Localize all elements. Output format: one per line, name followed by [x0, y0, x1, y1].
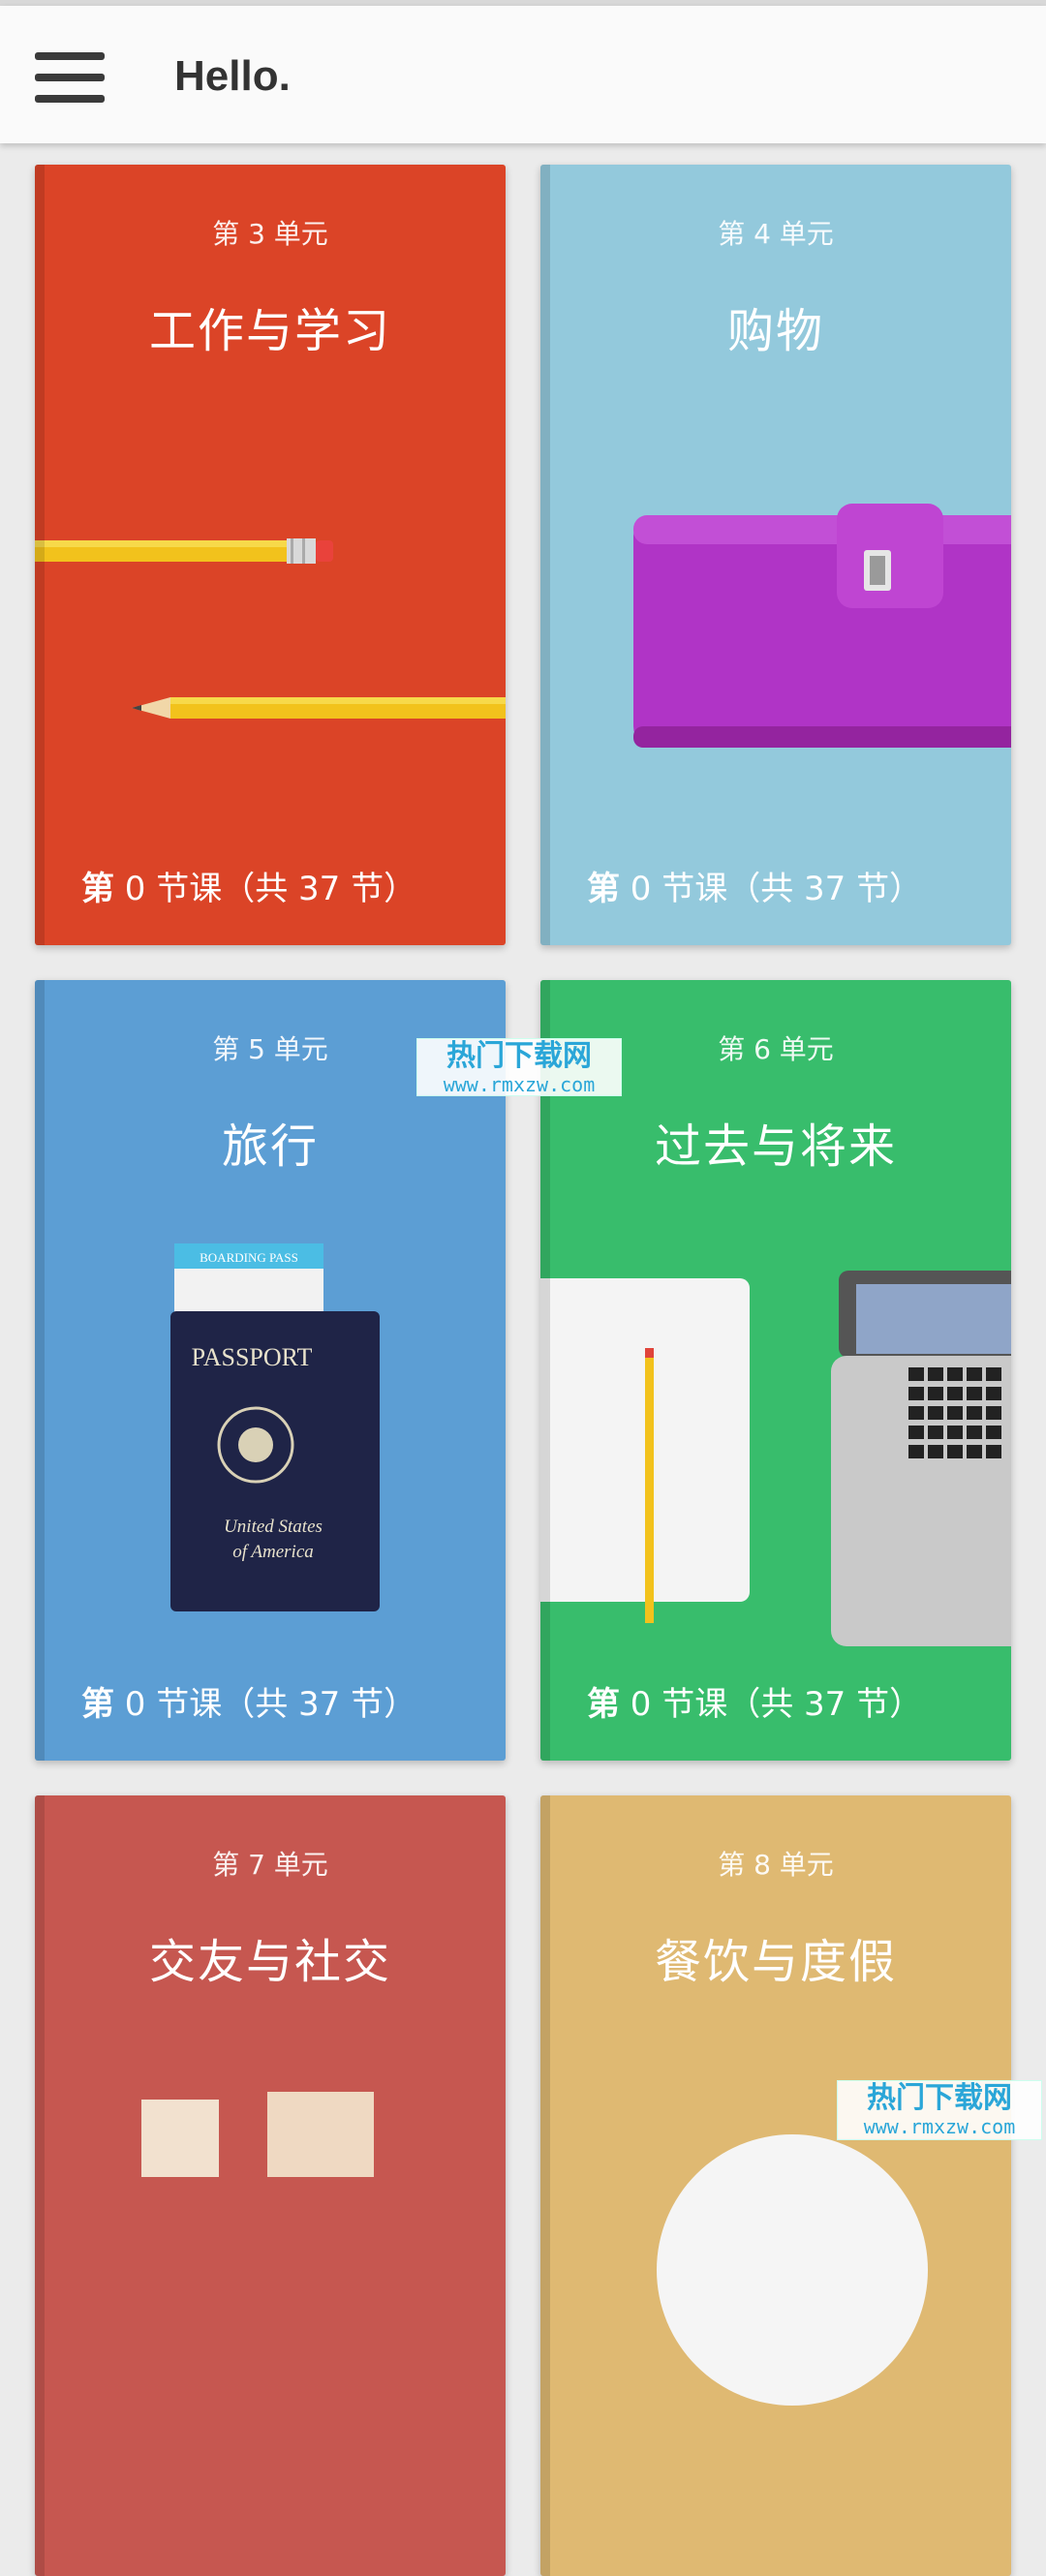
unit-title: 餐饮与度假 [654, 1935, 897, 1989]
app-bar: Hello. [0, 6, 1046, 143]
lesson-progress: 第 0 节课（共 37 节） [587, 1685, 923, 1724]
plate-illustration [657, 2134, 928, 2406]
svg-text:United States: United States [224, 1517, 323, 1537]
unit-label: 第 7 单元 [212, 1849, 328, 1881]
lesson-progress: 第 0 节课（共 37 节） [81, 870, 417, 908]
passport-illustration: BOARDING PASS PASSPORT United States of … [170, 1243, 380, 1611]
wallet-illustration [633, 504, 1011, 748]
unit-label: 第 3 单元 [212, 218, 328, 250]
lesson-progress: 第 0 节课（共 37 节） [81, 1685, 417, 1724]
unit-card-5[interactable]: BOARDING PASS PASSPORT United States of … [35, 980, 506, 1761]
hamburger-menu-icon[interactable] [29, 48, 108, 107]
unit-title: 过去与将来 [654, 1119, 897, 1174]
notebook-laptop-illustration [540, 1271, 1011, 1646]
unit-title: 工作与学习 [148, 304, 391, 358]
watermark: 热门下载网 www.rmxzw.com [416, 1038, 622, 1096]
lesson-progress: 第 0 节课（共 37 节） [587, 870, 923, 908]
unit-label: 第 4 单元 [718, 218, 834, 250]
svg-text:BOARDING PASS: BOARDING PASS [200, 1250, 298, 1265]
unit-card-4[interactable]: 第 4 单元 购物 第 0 节课（共 37 节） [540, 165, 1011, 945]
unit-label: 第 8 单元 [718, 1849, 834, 1881]
unit-card-8[interactable]: 第 8 单元 餐饮与度假 [540, 1795, 1011, 2576]
svg-text:PASSPORT: PASSPORT [192, 1343, 313, 1371]
pencils-illustration [35, 538, 506, 719]
unit-title: 购物 [726, 304, 824, 358]
watermark: 热门下载网 www.rmxzw.com [837, 2080, 1042, 2140]
blocks-illustration [141, 2092, 374, 2177]
app-title: Hello. [174, 52, 291, 100]
unit-card-6[interactable]: 第 6 单元 过去与将来 第 0 节课（共 37 节） [540, 980, 1011, 1761]
unit-title: 交友与社交 [148, 1935, 391, 1989]
unit-card-7[interactable]: 第 7 单元 交友与社交 [35, 1795, 506, 2576]
unit-title: 旅行 [221, 1119, 319, 1174]
unit-grid: 第 3 单元 工作与学习 第 0 节课（共 37 节） 第 4 单元 购物 第 … [0, 143, 1046, 2576]
svg-text:of America: of America [232, 1542, 314, 1562]
unit-card-3[interactable]: 第 3 单元 工作与学习 第 0 节课（共 37 节） [35, 165, 506, 945]
